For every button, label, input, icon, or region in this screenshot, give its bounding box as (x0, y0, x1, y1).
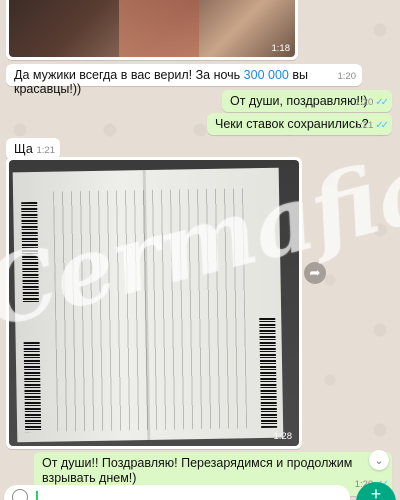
message-time: 1:28 (273, 431, 293, 442)
message-text: От души!! Поздравляю! Перезарядимся и пр… (42, 456, 353, 485)
photo-banknotes (119, 0, 199, 57)
barcode (23, 341, 42, 433)
text-cursor (36, 491, 38, 500)
message-input[interactable] (4, 485, 350, 500)
read-receipt-icon: ✓✓ (375, 97, 389, 108)
scroll-down-icon[interactable]: ⌄ (369, 450, 389, 470)
incoming-message[interactable]: Да мужики всегда в вас верил! За ночь 30… (6, 64, 362, 96)
receipt-paper (12, 167, 284, 443)
photo-receipt[interactable] (9, 160, 299, 446)
receipt-text-lines (53, 188, 248, 432)
message-text: Чеки ставок сохранились? (215, 117, 369, 131)
photo-money[interactable] (9, 0, 295, 57)
outgoing-message[interactable]: Чеки ставок сохранились? 1:21 ✓✓ (207, 113, 392, 135)
message-time: 1:20 (354, 97, 374, 108)
forward-icon[interactable]: ➦ (304, 262, 326, 284)
message-text: От души, поздравляю!!) (230, 94, 368, 108)
barcode (21, 201, 39, 303)
message-text: Да мужики всегда в вас верил! За ночь (14, 68, 244, 82)
image-message-top[interactable]: 1:18 (6, 0, 298, 60)
barcode (259, 317, 278, 429)
message-number-highlight[interactable]: 300 000 (244, 68, 289, 82)
message-time: 1:21 (354, 120, 374, 131)
image-message-receipt[interactable]: 1:28 (6, 157, 302, 449)
outgoing-message[interactable]: От души, поздравляю!!) 1:20 ✓✓ (222, 90, 392, 112)
read-receipt-icon: ✓✓ (375, 120, 389, 131)
emoji-icon[interactable] (12, 489, 28, 500)
message-time: 1:18 (271, 43, 291, 54)
message-time: 1:21 (36, 145, 56, 156)
message-time: 1:20 (337, 71, 357, 82)
message-text: Ща (14, 142, 33, 156)
